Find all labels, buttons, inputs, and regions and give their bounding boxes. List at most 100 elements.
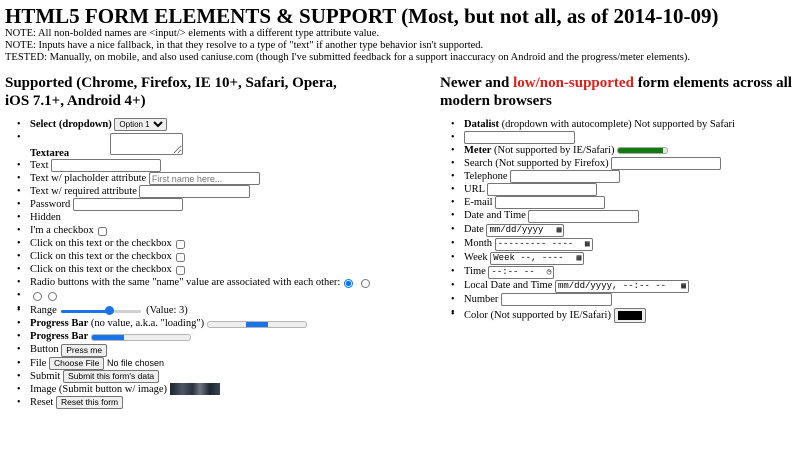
calendar-icon[interactable]: ▦ (576, 253, 581, 264)
note-1: NOTE: All non-bolded names are <input/> … (5, 28, 380, 39)
required-field[interactable] (139, 185, 251, 199)
progress-item-1: Progress Bar (no value, a.k.a. "loading"… (14, 317, 434, 330)
supported-heading: Supported (Chrome, Firefox, IE 10+, Safa… (5, 75, 337, 109)
image-submit-button[interactable] (169, 383, 220, 396)
radio-2[interactable] (361, 278, 371, 288)
datalist-field-row (448, 131, 798, 145)
newer-heading-red: low/non-supported (513, 75, 634, 91)
time-field[interactable]: --:-- -- ◷ (488, 265, 555, 279)
file-item: File Choose File No file chosen (14, 357, 434, 370)
checkbox-label-3[interactable]: Click on this text or the checkbox (30, 251, 172, 262)
number-field[interactable] (501, 292, 613, 306)
month-placeholder: --------- ---- (497, 238, 574, 249)
url-field[interactable] (487, 183, 598, 197)
radio-item: Radio buttons with the same "name" value… (14, 276, 434, 289)
week-item: Week Week --, ---- ▦ (448, 251, 798, 265)
date-item: Date mm/dd/yyyy ▦ (448, 223, 798, 237)
image-item: Image (Submit button w/ image) (14, 383, 434, 396)
choose-file-button[interactable]: Choose File (48, 356, 105, 370)
checkbox-item-1: I'm a checkbox (14, 224, 434, 237)
file-status: No file chosen (106, 357, 164, 368)
radio-label: Radio buttons with the same "name" value… (30, 277, 341, 289)
progress-fill (91, 334, 125, 340)
calendar-icon[interactable]: ▦ (585, 239, 590, 250)
checkbox-label-2[interactable]: Click on this text or the checkbox (30, 238, 172, 249)
radio-3[interactable] (33, 291, 42, 301)
supported-list: Select (dropdown) Option 1 Textarea Text… (14, 118, 434, 409)
checkbox-item-2: Click on this text or the checkbox (14, 237, 434, 250)
textarea-item: Textarea (14, 131, 434, 159)
time-label: Time (464, 265, 486, 277)
local-item: Local Date and Time mm/dd/yyyy, --:-- --… (448, 279, 798, 293)
email-field[interactable] (495, 196, 606, 210)
meter-fill (618, 148, 663, 154)
month-field[interactable]: --------- ---- ▦ (494, 237, 593, 251)
number-item: Number (448, 293, 798, 306)
calendar-icon[interactable]: ▦ (557, 225, 562, 236)
page: HTML5 FORM ELEMENTS & SUPPORT (Most, but… (0, 0, 800, 450)
textarea-field[interactable] (110, 133, 183, 156)
time-item: Time --:-- -- ◷ (448, 265, 798, 279)
local-datetime-field[interactable]: mm/dd/yyyy, --:-- -- ▦ (554, 279, 689, 293)
range-thumb[interactable] (105, 306, 115, 316)
datalist-field[interactable] (464, 131, 575, 145)
page-title: HTML5 FORM ELEMENTS & SUPPORT (Most, but… (5, 4, 719, 28)
reset-item: Reset Reset this form (14, 396, 434, 409)
password-item: Password (14, 198, 434, 212)
password-field[interactable] (72, 198, 183, 212)
date-placeholder: mm/dd/yyyy (489, 224, 544, 235)
text-field[interactable] (51, 159, 162, 173)
color-swatch (617, 310, 642, 320)
submit-button[interactable]: Submit this form's data (62, 369, 160, 383)
checkbox-3[interactable] (175, 252, 185, 262)
checkbox-label-4[interactable]: Click on this text or the checkbox (30, 264, 172, 275)
week-label: Week (464, 251, 488, 263)
checkbox-4[interactable] (175, 265, 185, 275)
meter-item: Meter (Not supported by IE/Safari) (448, 144, 798, 157)
select-label: Select (dropdown) (30, 119, 112, 130)
week-field[interactable]: Week --, ---- ▦ (490, 251, 585, 265)
required-item: Text w/ required attribute (14, 185, 434, 199)
range-fill (61, 310, 110, 314)
radio-1[interactable] (344, 278, 354, 288)
telephone-field[interactable] (510, 170, 621, 184)
radio-4[interactable] (48, 291, 57, 301)
search-item: Search (Not supported by Firefox) (448, 157, 798, 171)
calendar-icon[interactable]: ▦ (681, 281, 686, 292)
range-slider[interactable] (61, 306, 142, 316)
progress-bar-indeterminate (206, 320, 307, 328)
email-label: E-mail (464, 197, 493, 209)
clock-icon[interactable]: ◷ (547, 267, 552, 278)
placeholder-item: Text w/ placholder attribute (14, 172, 434, 186)
progress-indeterminate-fill (245, 321, 268, 327)
button-item: Button Press me (14, 343, 434, 357)
email-item: E-mail (448, 196, 798, 210)
url-label: URL (464, 184, 485, 196)
select-dropdown[interactable]: Option 1 (114, 118, 168, 132)
placeholder-label: Text w/ placholder attribute (30, 173, 147, 185)
text-label: Text (30, 160, 49, 172)
select-item: Select (dropdown) Option 1 (14, 118, 434, 132)
radio-row-2 (14, 289, 434, 302)
checkbox-1[interactable] (97, 226, 107, 236)
checkbox-item-3: Click on this text or the checkbox (14, 250, 434, 263)
reset-label: Reset (30, 396, 54, 408)
hidden-label: Hidden (30, 212, 61, 224)
datetime-label: Date and Time (464, 210, 526, 222)
search-label: Search (Not supported by Firefox) (464, 158, 609, 170)
placeholder-field[interactable] (148, 172, 260, 186)
checkbox-label-1[interactable]: I'm a checkbox (30, 225, 94, 236)
submit-item: Submit Submit this form's data (14, 370, 434, 383)
checkbox-item-4: Click on this text or the checkbox (14, 263, 434, 276)
search-input[interactable] (611, 157, 722, 171)
reset-button[interactable]: Reset this form (55, 395, 124, 409)
datetime-field[interactable] (528, 209, 640, 223)
checkbox-2[interactable] (175, 239, 185, 249)
newer-list: Datalist (dropdown with autocomplete) No… (448, 118, 798, 323)
press-me-button[interactable]: Press me (61, 343, 108, 357)
password-label: Password (30, 199, 71, 211)
color-picker[interactable] (613, 307, 646, 323)
datalist-item: Datalist (dropdown with autocomplete) No… (448, 118, 798, 131)
telephone-item: Telephone (448, 170, 798, 184)
date-field[interactable]: mm/dd/yyyy ▦ (486, 223, 565, 237)
